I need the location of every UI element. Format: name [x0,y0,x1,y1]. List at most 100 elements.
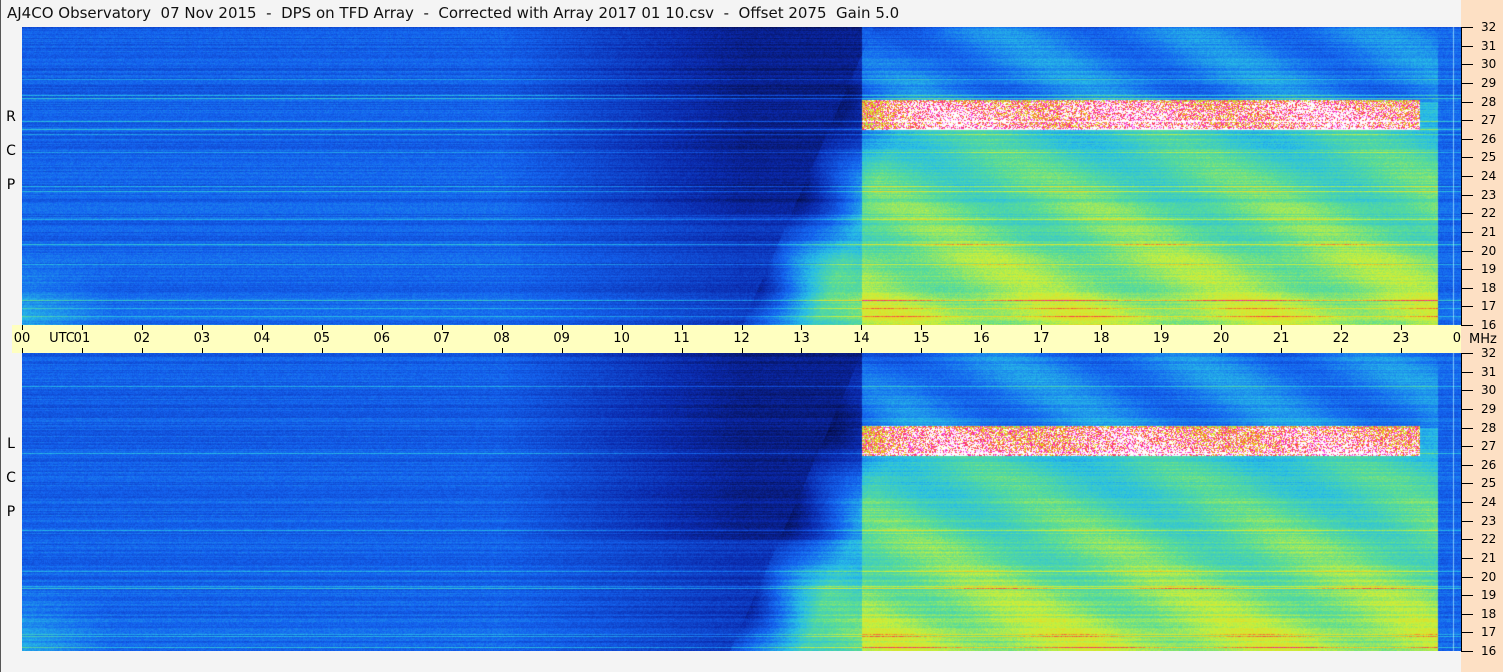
time-tick-label: 05 [313,331,331,346]
frequency-tick-label: 18 [1481,280,1497,295]
time-tick [561,325,563,330]
time-tick [261,325,263,330]
frequency-tick [1461,157,1473,159]
time-tick-label: 07 [433,331,450,346]
time-tick-label: 09 [553,331,570,346]
frequency-tick [1461,231,1473,233]
time-tick-label: 04 [253,331,271,346]
time-tick [441,325,443,330]
time-tick [1161,325,1163,330]
frequency-tick-label: 24 [1481,495,1497,509]
frequency-tick [1461,576,1473,578]
time-tick [921,348,923,353]
frequency-tick-label: 29 [1481,75,1497,90]
frequency-tick-label: 21 [1481,224,1497,239]
frequency-tick [1461,632,1473,634]
time-tick [1221,325,1223,330]
time-tick [201,325,203,330]
time-tick [741,348,743,353]
frequency-tick-label: 19 [1481,262,1497,277]
time-tick-label: 22 [1332,331,1350,346]
frequency-tick [1461,613,1473,615]
time-tick [81,348,83,353]
frequency-tick [1461,64,1473,66]
time-tick-label: 12 [733,331,750,346]
frequency-tick [1461,651,1473,652]
frequency-tick [1461,250,1473,252]
polarization-letter: C [6,470,16,486]
time-tick [621,325,623,330]
time-tick-label: 03 [193,331,211,346]
time-tick [621,348,623,353]
time-tick [1221,348,1223,353]
time-tick [921,325,923,330]
frequency-tick [1461,502,1473,503]
frequency-tick [1461,27,1473,28]
frequency-tick-label: 24 [1481,169,1497,183]
frequency-tick-label: 28 [1481,94,1497,109]
time-tick-label: 02 [133,331,151,346]
frequency-tick [1461,176,1473,177]
frequency-tick-label: 28 [1481,420,1497,435]
frequency-tick-label: 32 [1481,20,1497,34]
frequency-tick [1461,82,1473,84]
time-tick-label: 19 [1152,331,1170,346]
time-tick-label: 18 [1092,331,1110,346]
frequency-tick-label: 26 [1481,131,1497,146]
time-tick [501,325,503,330]
frequency-tick [1461,353,1473,354]
spectrogram-window: AJ4CO Observatory 07 Nov 2015 - DPS on T… [0,0,1503,672]
frequency-tick-label: 31 [1481,364,1497,379]
lcp-spectrogram-panel [22,353,1461,651]
time-tick-label: 01 [73,331,91,346]
frequency-tick-label: 16 [1481,644,1497,658]
time-tick [861,348,863,353]
time-tick-label: 17 [1033,331,1050,346]
time-tick [1041,325,1043,330]
polarization-letter: L [7,436,15,452]
time-tick [801,325,803,330]
frequency-tick-label: 25 [1481,476,1497,491]
frequency-tick [1461,371,1473,373]
time-tick [381,348,383,353]
frequency-tick-label: 32 [1481,346,1497,360]
time-tick [321,325,323,330]
chart-title: AJ4CO Observatory 07 Nov 2015 - DPS on T… [7,4,900,22]
frequency-tick-label: 19 [1481,588,1497,603]
time-tick-label: 11 [673,331,690,346]
frequency-tick-label: 30 [1481,57,1497,72]
time-tick [1161,348,1163,353]
time-axis: 00 01 02 03 04 05 06 07 08 09 10 11 12 13 14 15 16 17 18 19… [12,325,1469,353]
frequency-unit: MHz [1469,332,1497,347]
time-tick [1281,348,1283,353]
frequency-tick [1461,427,1473,429]
time-tick [741,325,743,330]
lcp-spectrogram [22,353,1461,651]
time-tick [981,348,983,353]
frequency-tick [1461,557,1473,559]
time-tick [1041,348,1043,353]
frequency-tick [1461,408,1473,410]
time-tick [861,325,863,330]
frequency-tick [1461,306,1473,308]
frequency-tick-label: 20 [1481,569,1497,584]
time-tick [201,348,203,353]
time-tick-label: 10 [613,331,630,346]
time-tick [1101,325,1103,330]
time-tick [801,348,803,353]
frequency-tick [1461,45,1473,47]
frequency-tick [1461,483,1473,485]
time-tick [141,325,143,330]
frequency-tick [1461,287,1473,289]
frequency-tick [1461,101,1473,103]
rcp-spectrogram [22,27,1461,325]
frequency-tick-label: 20 [1481,243,1497,258]
frequency-tick-label: 29 [1481,401,1497,416]
time-tick [441,348,443,353]
time-tick-label: 23 [1392,331,1410,346]
time-tick [561,348,563,353]
time-tick [681,348,683,353]
frequency-tick [1461,325,1473,326]
polarization-letter: R [6,109,16,125]
time-tick [1401,348,1403,353]
